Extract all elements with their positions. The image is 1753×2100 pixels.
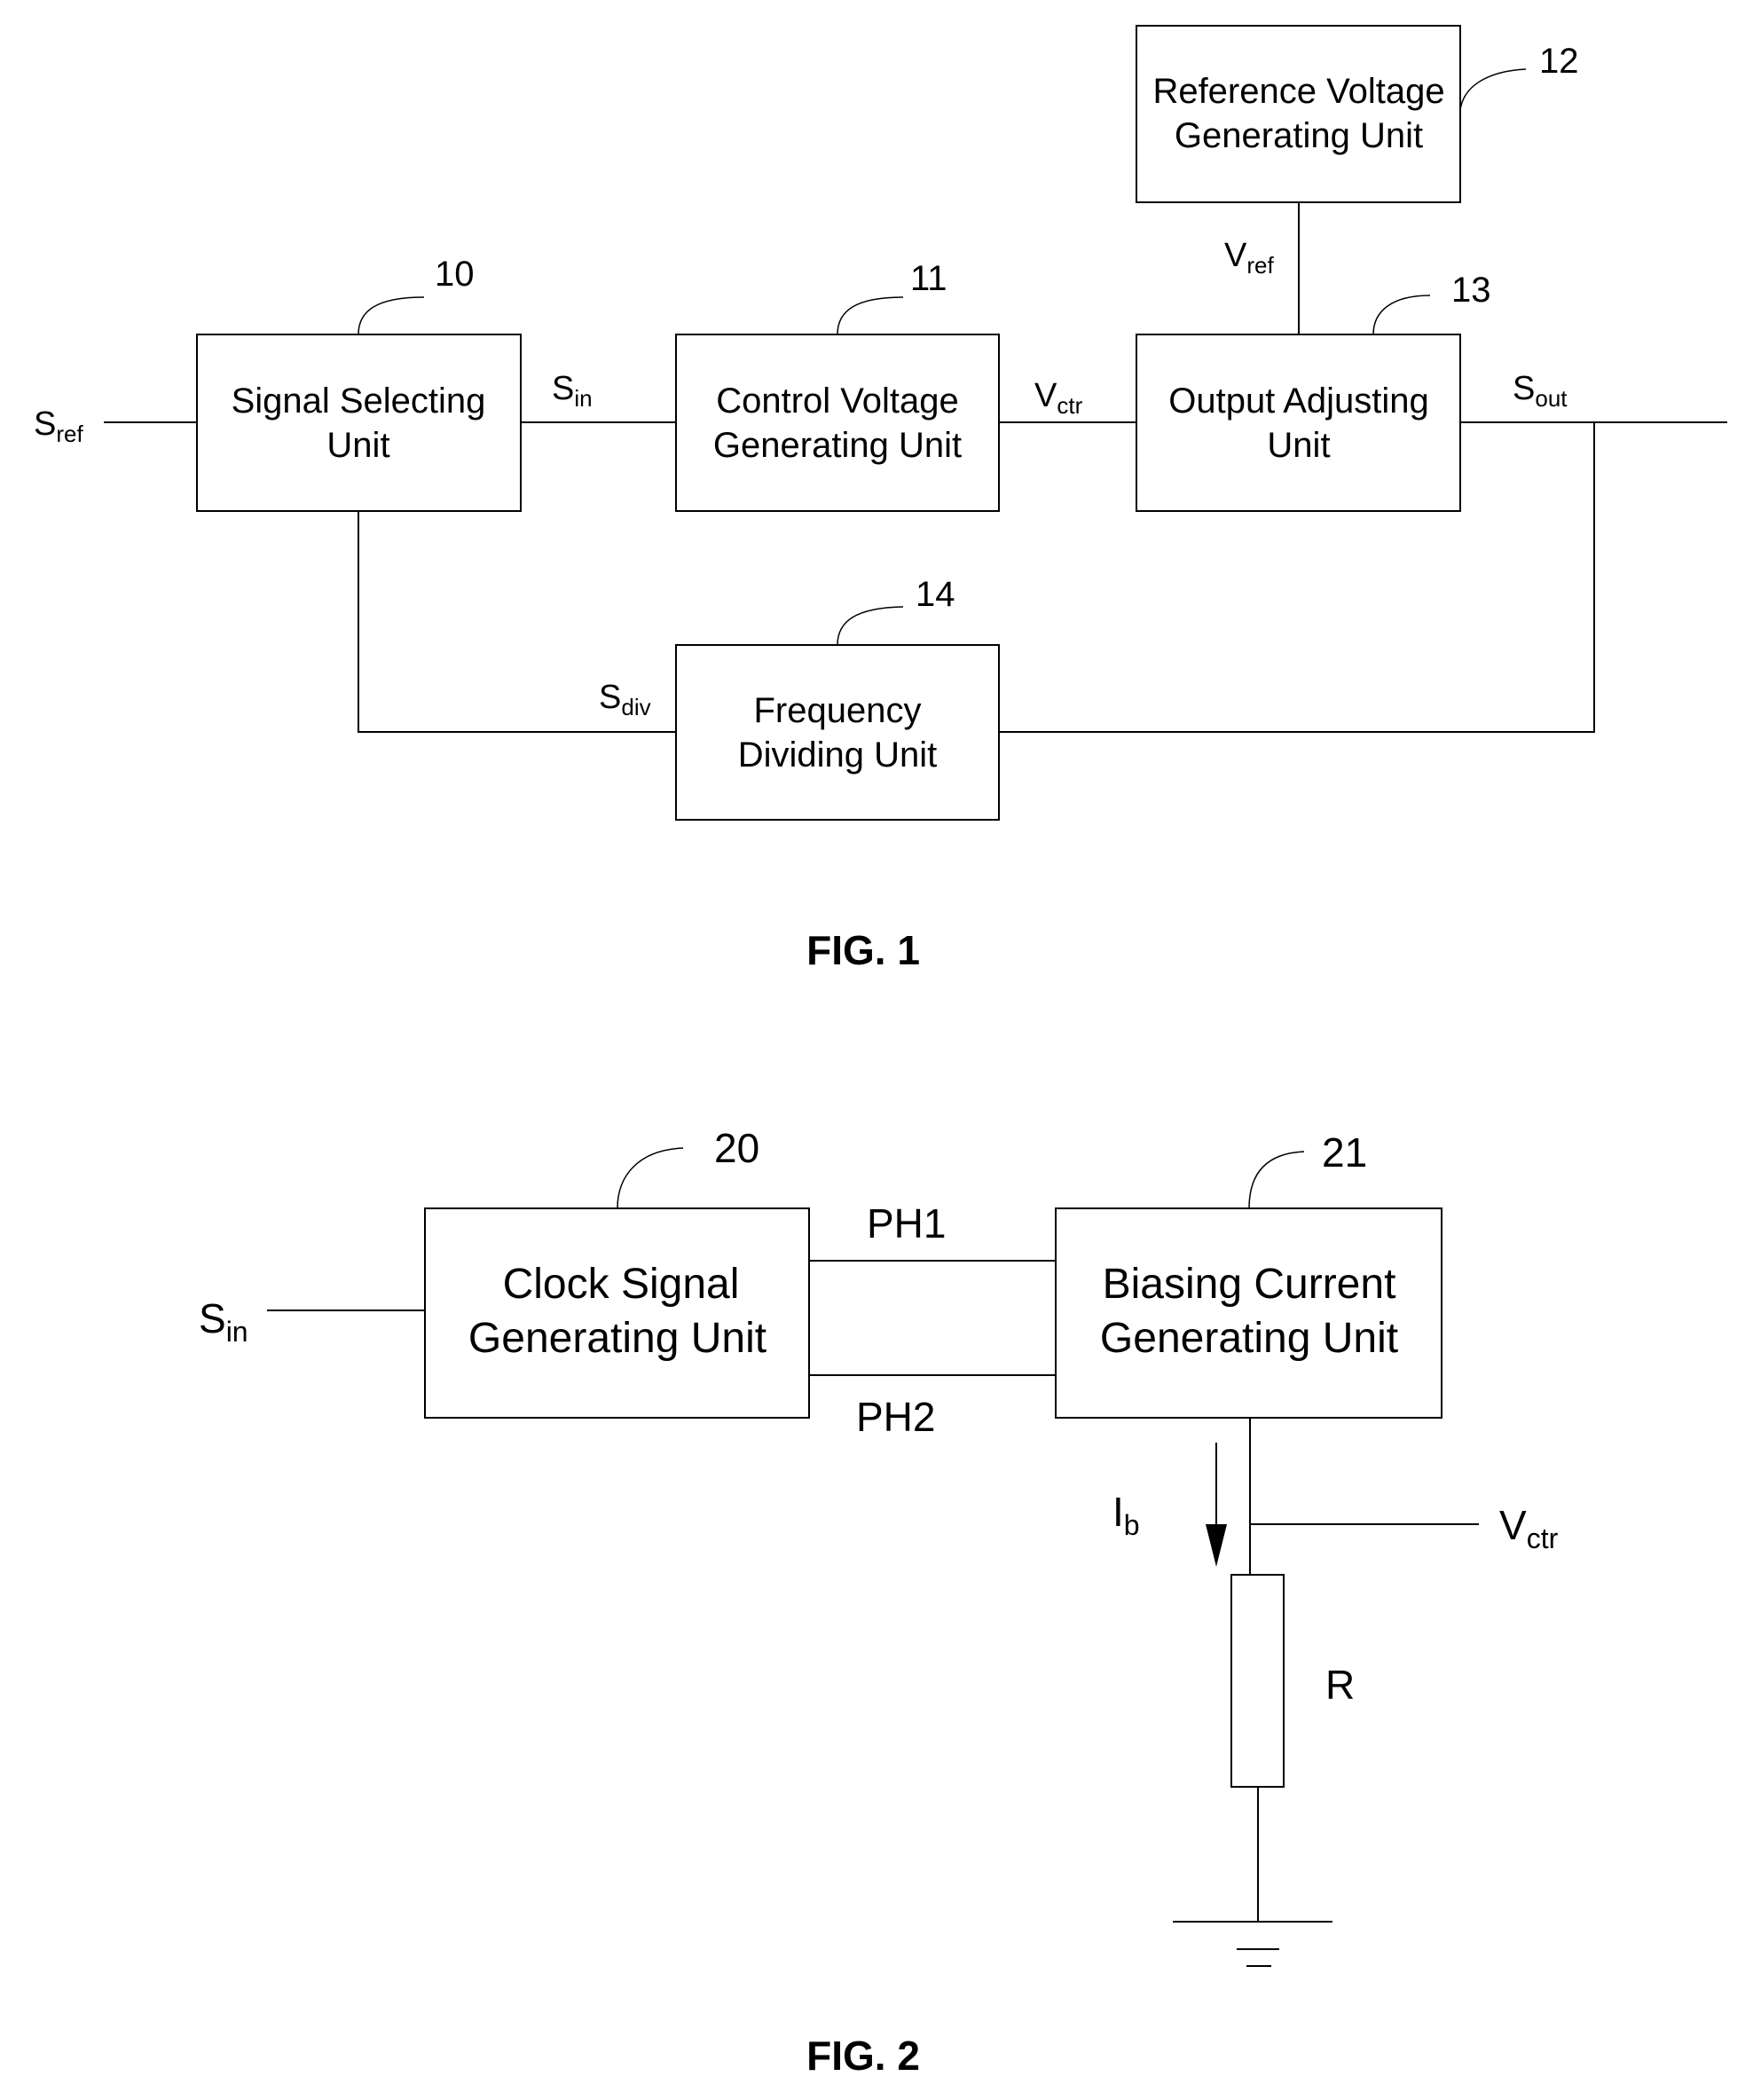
clock-signal-generating-unit: Clock Signal Generating Unit 20	[424, 1125, 810, 1419]
figure-1: Signal Selecting Unit 10 Control Voltage…	[34, 25, 1727, 973]
block-label-line2: Generating Unit	[1175, 116, 1423, 155]
reference-numeral: 20	[714, 1125, 759, 1171]
block-label-line1: Frequency	[754, 691, 922, 730]
resistor-label: R	[1325, 1662, 1355, 1708]
resistor-body	[1230, 1574, 1285, 1788]
signal-selecting-unit: Signal Selecting Unit 10	[196, 255, 522, 512]
figure-2: Clock Signal Generating Unit 20 Biasing …	[199, 1125, 1559, 2079]
signal-label-sin: Sin	[199, 1295, 248, 1348]
current-arrow-icon	[1206, 1443, 1227, 1567]
reference-leader-line	[1372, 295, 1431, 335]
figure-caption: FIG. 2	[806, 2033, 920, 2079]
signal-label-ib: Ib	[1112, 1489, 1140, 1541]
block-label-line1: Reference Voltage	[1152, 72, 1444, 111]
reference-numeral: 14	[916, 575, 955, 614]
block-label-line2: Generating Unit	[1100, 1315, 1398, 1362]
reference-leader-line	[1248, 1151, 1305, 1209]
signal-label-sref: Sref	[34, 405, 83, 447]
reference-leader-line	[358, 296, 425, 335]
block-label-line1: Biasing Current	[1103, 1261, 1396, 1308]
block-label-line2: Unit	[326, 426, 389, 465]
reference-numeral: 13	[1451, 271, 1491, 310]
reference-leader-line	[837, 606, 904, 646]
signal-label-vctr: Vctr	[1499, 1502, 1559, 1554]
reference-leader-line	[1459, 68, 1527, 111]
signal-label-vref: Vref	[1224, 237, 1274, 279]
resistor: R	[1230, 1574, 1355, 1788]
block-label-line2: Dividing Unit	[738, 735, 938, 775]
reference-voltage-generating-unit: Reference Voltage Generating Unit 12	[1136, 25, 1579, 203]
biasing-current-generating-unit: Biasing Current Generating Unit 21	[1055, 1129, 1442, 1419]
block-label-line2: Generating Unit	[468, 1315, 766, 1362]
block-box	[675, 334, 1000, 512]
reference-numeral: 21	[1322, 1129, 1367, 1176]
block-box	[196, 334, 522, 512]
block-label-line1: Output Adjusting	[1168, 381, 1429, 421]
signal-label-sout: Sout	[1513, 370, 1568, 412]
signal-label-sdiv: Sdiv	[599, 679, 651, 720]
figure-caption: FIG. 1	[806, 927, 920, 973]
block-box	[1136, 25, 1461, 203]
block-box	[1055, 1207, 1442, 1419]
ground-icon	[1173, 1921, 1332, 1967]
block-box	[675, 644, 1000, 821]
reference-numeral: 12	[1539, 42, 1579, 81]
arrow-head	[1206, 1524, 1227, 1567]
reference-numeral: 10	[435, 255, 475, 294]
reference-leader-line	[617, 1147, 684, 1209]
frequency-dividing-unit: Frequency Dividing Unit 14	[675, 575, 1000, 821]
control-voltage-generating-unit: Control Voltage Generating Unit 11	[675, 259, 1000, 512]
block-label-line1: Signal Selecting	[232, 381, 486, 421]
reference-leader-line	[837, 296, 904, 335]
block-label-line1: Control Voltage	[716, 381, 959, 421]
output-adjusting-unit: Output Adjusting Unit 13	[1136, 271, 1491, 512]
block-box	[1136, 334, 1461, 512]
patent-drawing-sheet: Signal Selecting Unit 10 Control Voltage…	[34, 25, 1727, 2079]
signal-label-sin: Sin	[552, 370, 593, 412]
block-label-line2: Unit	[1267, 426, 1330, 465]
signal-label-vctr: Vctr	[1034, 377, 1083, 419]
signal-label-ph2: PH2	[856, 1394, 935, 1440]
block-label-line1: Clock Signal	[503, 1261, 740, 1308]
signal-label-ph1: PH1	[867, 1200, 946, 1247]
block-box	[424, 1207, 810, 1419]
reference-numeral: 11	[910, 259, 947, 298]
block-label-line2: Generating Unit	[713, 426, 962, 465]
